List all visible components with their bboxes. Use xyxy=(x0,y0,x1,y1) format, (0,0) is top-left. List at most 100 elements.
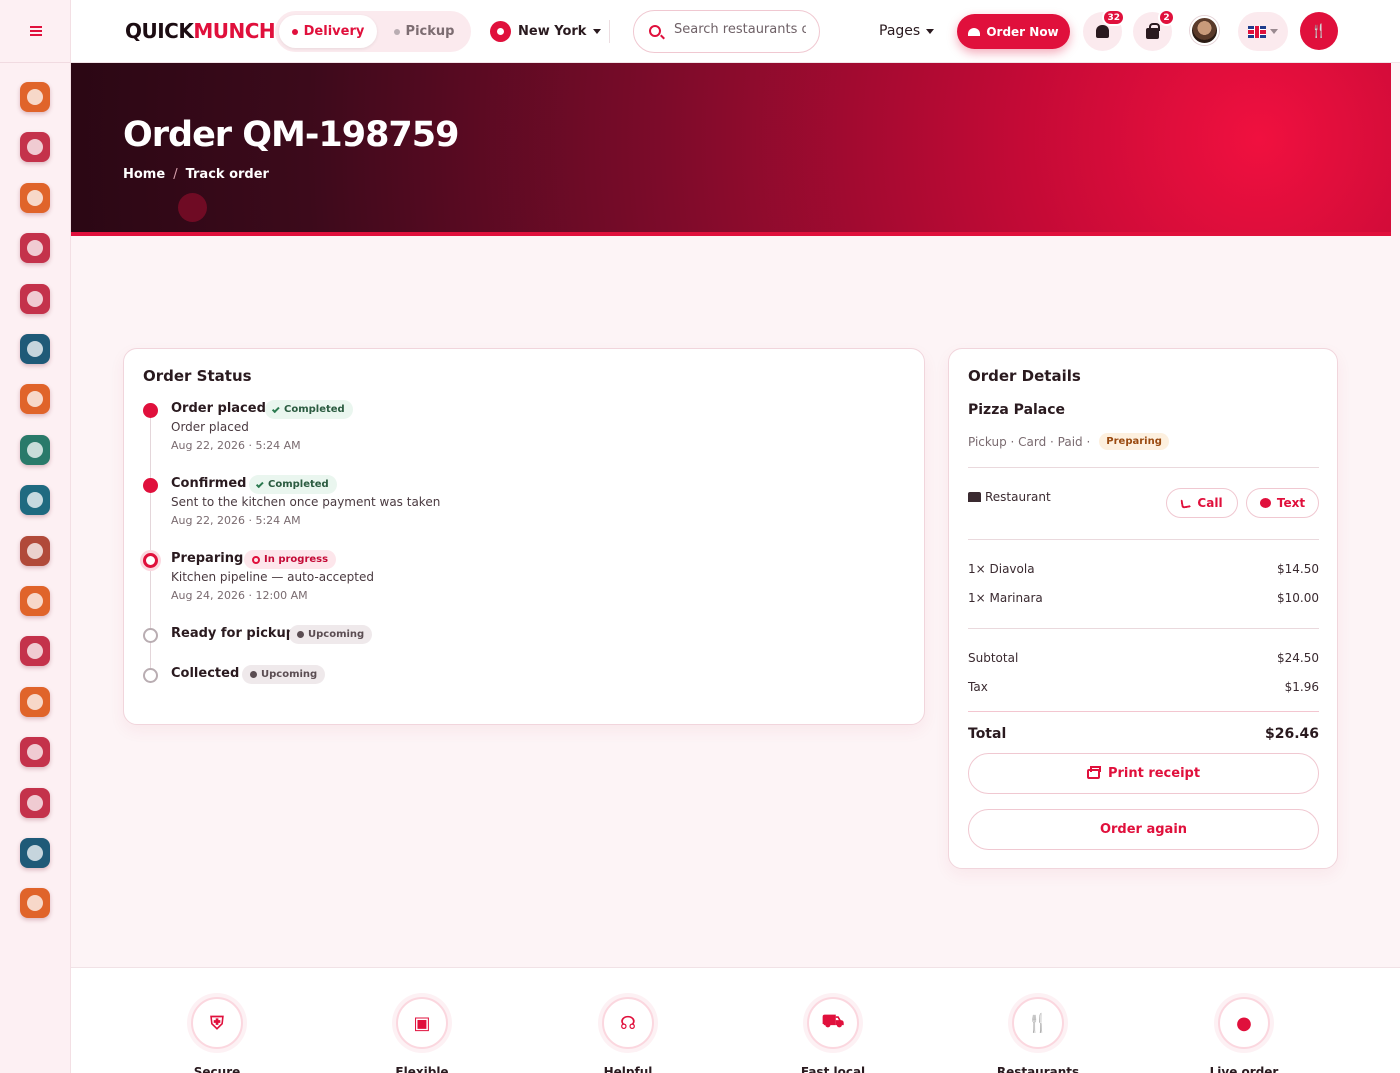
check-icon xyxy=(271,404,280,413)
feature-fast-local: ⛟ Fast local xyxy=(773,997,893,1073)
cloche-icon xyxy=(968,27,981,36)
tax-row: Tax $1.96 xyxy=(968,680,1319,694)
wallet-icon: ▣ xyxy=(413,1012,431,1034)
check-icon xyxy=(255,479,264,488)
step-title: Preparing xyxy=(171,551,244,566)
search-box xyxy=(633,10,820,53)
cutlery-icon: 🍴 xyxy=(1026,1012,1050,1034)
sidebar-category-button[interactable] xyxy=(20,434,50,465)
status-badge: Upcoming xyxy=(242,665,326,684)
sidebar-category-button[interactable] xyxy=(20,686,50,717)
breadcrumb-current: Track order xyxy=(185,167,269,182)
sidebar-category-button[interactable] xyxy=(20,82,50,112)
line-item: 1× Marinara $10.00 xyxy=(968,591,1319,605)
call-button[interactable]: Call xyxy=(1166,488,1238,518)
city-selector[interactable]: New York xyxy=(490,21,602,42)
chevron-down-icon xyxy=(926,28,935,34)
search-input[interactable] xyxy=(674,22,806,37)
sandwich-icon xyxy=(27,492,43,509)
print-receipt-button[interactable]: Print receipt xyxy=(968,753,1319,794)
bell-icon xyxy=(1096,25,1109,38)
breadcrumb: Home / Track order xyxy=(123,167,269,182)
subtotal-row: Subtotal $24.50 xyxy=(968,651,1319,665)
in-progress-marker-icon xyxy=(143,553,158,568)
upcoming-marker-icon xyxy=(143,668,158,683)
language-selector[interactable] xyxy=(1238,12,1288,51)
page-hero: Order QM-198759 Home / Track order xyxy=(71,63,1391,236)
order-now-button[interactable]: Order Now xyxy=(957,14,1070,49)
sidebar-category-button[interactable] xyxy=(20,283,50,314)
feature-live-order: ● Live order xyxy=(1184,997,1304,1073)
cutlery-icon: 🍴 xyxy=(1310,23,1328,39)
pickup-option[interactable]: Pickup xyxy=(381,15,467,48)
soup-icon xyxy=(27,189,43,206)
divider xyxy=(968,539,1319,540)
features-strip: ⛨ Secure ▣ Flexible ☊ Helpful ⛟ Fast loc… xyxy=(71,967,1400,1073)
step-description: Order placed xyxy=(171,420,249,434)
pages-menu[interactable]: Pages xyxy=(879,23,935,39)
uk-flag-icon xyxy=(1248,25,1266,38)
sidebar-category-button[interactable] xyxy=(20,737,50,768)
status-badge: Completed xyxy=(249,475,337,494)
step-title: Order placed xyxy=(171,401,266,416)
notifications-button[interactable]: 32 xyxy=(1083,9,1125,51)
printer-icon xyxy=(1086,765,1101,779)
completed-marker-icon xyxy=(143,478,158,493)
cart-button[interactable]: 2 xyxy=(1133,9,1175,51)
card-title: Order Details xyxy=(968,367,1081,385)
sidebar-category-button[interactable] xyxy=(20,334,50,364)
step-description: Kitchen pipeline — auto-accepted xyxy=(171,570,374,584)
status-badge: Upcoming xyxy=(289,625,373,644)
sidebar-category-button[interactable] xyxy=(20,838,50,868)
order-details-card: Order Details Pizza Palace Pickup · Card… xyxy=(948,348,1338,869)
step-description: Sent to the kitchen once payment was tak… xyxy=(171,495,441,509)
sidebar-category-button[interactable] xyxy=(20,182,50,213)
location-pin-icon xyxy=(490,21,511,42)
cookie-icon xyxy=(27,895,43,912)
feature-helpful: ☊ Helpful xyxy=(568,997,688,1073)
sidebar-category-button[interactable] xyxy=(20,384,50,415)
sidebar-category-button[interactable] xyxy=(20,586,50,616)
upcoming-marker-icon xyxy=(143,628,158,643)
menu-toggle-button[interactable] xyxy=(0,0,71,63)
delivery-option[interactable]: Delivery xyxy=(279,15,377,48)
sidebar-category-button[interactable] xyxy=(20,535,50,566)
user-avatar[interactable] xyxy=(1190,16,1219,45)
sidebar-category-button[interactable] xyxy=(20,888,50,919)
divider xyxy=(968,467,1319,468)
notification-count-badge: 32 xyxy=(1102,9,1125,26)
order-meta: Pickup · Card · Paid · Preparing xyxy=(968,433,1169,450)
divider xyxy=(968,711,1319,712)
breadcrumb-separator: / xyxy=(173,167,178,182)
noodles-icon xyxy=(27,744,43,761)
breadcrumb-home-link[interactable]: Home xyxy=(123,167,165,182)
sidebar-category-button[interactable] xyxy=(20,787,50,818)
step-timestamp: Aug 24, 2026 · 12:00 AM xyxy=(171,589,308,602)
divider xyxy=(968,628,1319,629)
feature-flexible: ▣ Flexible xyxy=(362,997,482,1073)
fulfillment-toggle: Delivery Pickup xyxy=(275,11,471,52)
sidebar-category-button[interactable] xyxy=(20,636,50,667)
shield-icon: ⛨ xyxy=(210,1012,224,1034)
completed-marker-icon xyxy=(143,403,158,418)
sidebar-category-button[interactable] xyxy=(20,233,50,264)
sidebar-category-button[interactable] xyxy=(20,485,50,516)
shrimp-icon xyxy=(27,643,43,660)
divider xyxy=(609,20,610,43)
text-button[interactable]: Text xyxy=(1246,488,1319,518)
order-again-button[interactable]: Order again xyxy=(968,809,1319,850)
shopping-bag-icon xyxy=(1146,22,1160,39)
feature-restaurants: 🍴 Restaurants xyxy=(978,997,1098,1073)
cart-count-badge: 2 xyxy=(1158,9,1175,26)
sidebar-category-button[interactable] xyxy=(20,132,50,163)
feature-secure: ⛨ Secure xyxy=(157,997,277,1073)
chevron-down-icon xyxy=(593,29,602,34)
brand-logo[interactable]: QUICKMUNCH. xyxy=(125,19,283,43)
step-timestamp: Aug 22, 2026 · 5:24 AM xyxy=(171,514,301,527)
hamburger-icon xyxy=(29,26,42,36)
total-row: Total $26.46 xyxy=(968,726,1319,742)
dot-icon xyxy=(297,631,304,638)
cutlery-menu-button[interactable]: 🍴 xyxy=(1300,12,1338,50)
spinner-icon xyxy=(252,555,260,564)
cake-icon xyxy=(27,240,43,257)
